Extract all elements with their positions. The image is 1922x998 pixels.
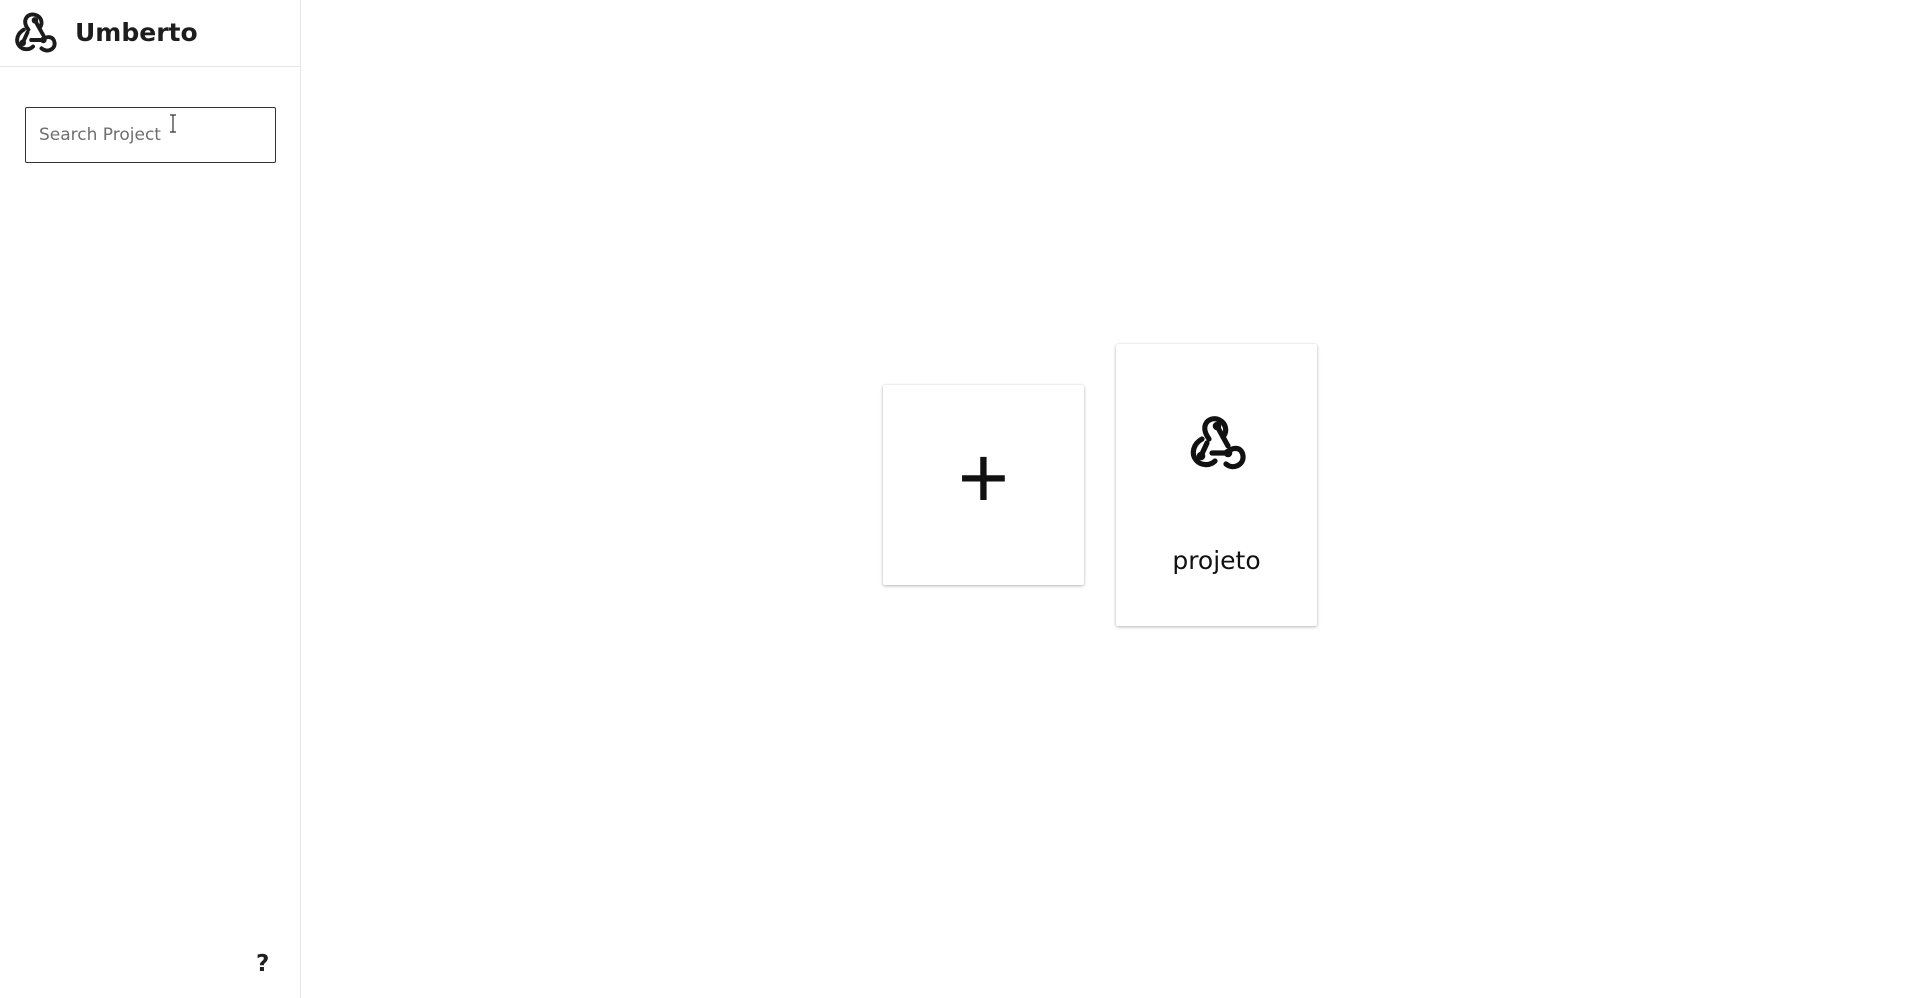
new-project-card[interactable]: + [883,385,1084,585]
search-project-input[interactable] [25,107,276,163]
app-header: Umberto [0,0,301,67]
help-button[interactable]: ? [256,950,269,978]
sidebar: Umberto ? [0,0,301,998]
project-name: projeto [1172,546,1261,575]
project-card-projeto[interactable]: projeto [1116,344,1317,626]
webhook-icon [1190,416,1246,470]
plus-icon: + [957,428,1010,527]
app-root: Umberto ? + proje [0,0,1922,998]
webhook-icon [15,12,57,53]
text-cursor-icon [170,114,176,133]
app-title: Umberto [75,18,198,47]
